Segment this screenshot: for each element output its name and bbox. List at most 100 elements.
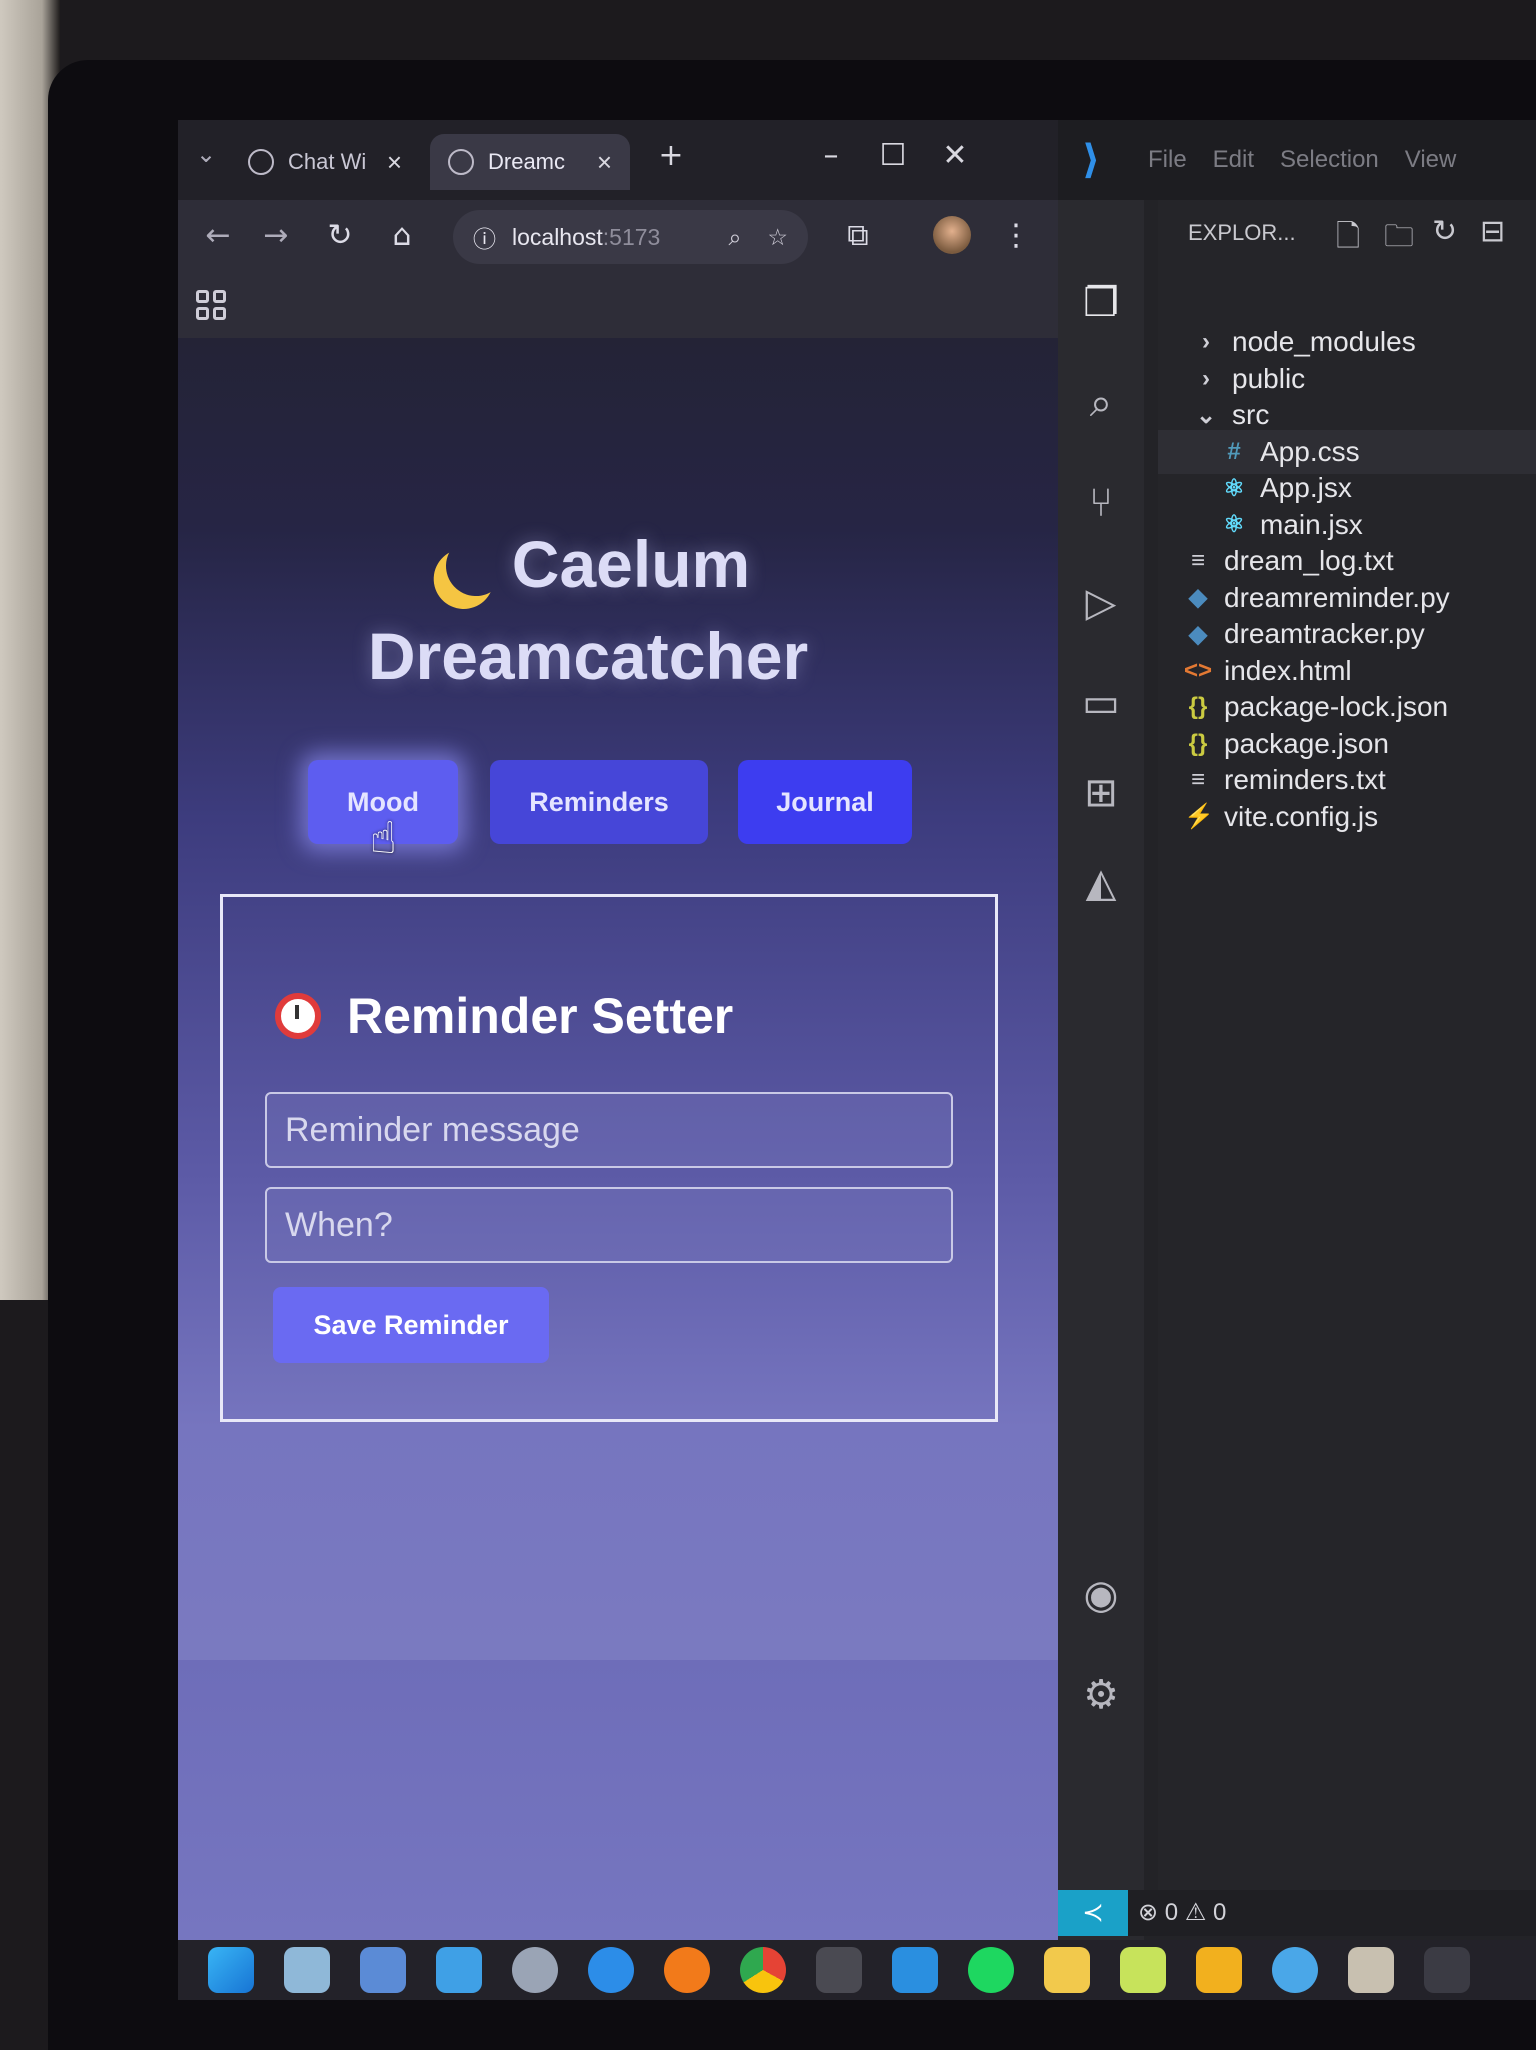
menu-selection[interactable]: Selection [1280,146,1379,174]
json-file-icon: {} [1188,729,1208,757]
discord-icon[interactable] [1424,1947,1470,1993]
firefox-icon[interactable] [664,1947,710,1993]
reminder-setter-heading: Reminder Setter [275,987,733,1045]
docker-taskbar-icon[interactable] [1272,1947,1318,1993]
remote-explorer-icon[interactable]: ▭ [1078,680,1124,726]
tree-item-label: dreamtracker.py [1224,618,1425,649]
tree-item-label: index.html [1224,654,1352,686]
error-count: 0 [1164,1899,1179,1926]
maximize-icon[interactable]: ☐ [868,138,918,173]
vscode-logo-icon: ⟩ [1082,137,1101,183]
status-bar: ≺ ⊗ 0 ⚠ 0 [1058,1890,1536,1936]
address-bar[interactable]: ⓘ localhost:5173 ⌕ ☆ [453,210,808,264]
reminder-message-input[interactable] [265,1092,953,1168]
search-icon[interactable]: ⌕ [1078,380,1124,426]
run-debug-icon[interactable]: ▷ [1078,580,1124,626]
new-folder-icon[interactable]: 🗀 [1384,214,1414,265]
profile-avatar[interactable] [933,216,971,254]
tree-item-label: App.jsx [1260,472,1352,503]
start-icon[interactable] [208,1947,254,1993]
menu-view[interactable]: View [1405,146,1457,174]
chatgpt-icon [248,149,274,175]
screen: ⌄ Chat Wi × Dreamc × + – ☐ ✕ ← → ↻ ⌂ ⓘ l [178,120,1536,2000]
tab-search-chevron-icon[interactable]: ⌄ [186,140,226,168]
reminder-setter-card: Reminder Setter Save Reminder [220,894,998,1422]
edge-icon[interactable] [588,1947,634,1993]
hand-cursor-icon: ☝ [370,813,397,864]
python-file-icon: ◆ [1188,584,1208,611]
url-port: :5173 [602,223,661,250]
when-input[interactable] [265,1187,953,1263]
spotify-icon[interactable] [968,1947,1014,1993]
browser-toolbar: ← → ↻ ⌂ ⓘ localhost:5173 ⌕ ☆ ⧉ ⋮ [178,200,1058,274]
problems-indicator[interactable]: ⊗ 0 ⚠ 0 [1138,1898,1226,1927]
reminder-setter-title: Reminder Setter [347,988,734,1044]
copilot-icon[interactable] [436,1947,482,1993]
collapse-all-icon[interactable]: ⊟ [1480,214,1505,249]
settings-app-icon[interactable] [512,1947,558,1993]
page-lower-area [178,1660,1058,1940]
new-tab-button[interactable]: + [646,138,696,173]
close-tab-icon[interactable]: × [387,147,402,178]
chrome-icon[interactable] [740,1947,786,1993]
activity-bar: ❐ ⌕ ⑂ ▷ ▭ ⊞ ◭ ◉ ⚙ [1058,200,1144,1940]
tab-dreamcatcher[interactable]: Dreamc × [430,134,630,190]
web-page: Caelum Dreamcatcher Mood Reminders Journ… [178,338,1058,1940]
menu-edit[interactable]: Edit [1213,146,1254,174]
bookmark-star-icon[interactable]: ☆ [767,224,788,251]
kebab-menu-icon[interactable]: ⋮ [996,218,1036,253]
tab-label: Chat Wi [288,149,367,174]
forward-icon[interactable]: → [256,218,296,253]
widgets-icon[interactable] [284,1947,330,1993]
text-file-icon: ≡ [1190,547,1205,574]
explorer-title: EXPLOR... [1188,220,1296,245]
tab-chat[interactable]: Chat Wi × [230,134,420,190]
file-explorer-icon[interactable] [1044,1947,1090,1993]
settings-gear-icon[interactable]: ⚙ [1078,1672,1124,1718]
save-reminder-button[interactable]: Save Reminder [273,1287,549,1363]
refresh-icon[interactable]: ↻ [1432,214,1457,249]
tree-item[interactable]: ⚡ vite.config.js [1158,795,1378,839]
text-file-icon: ≡ [1190,766,1205,793]
close-window-icon[interactable]: ✕ [930,138,980,173]
vscode-taskbar-icon[interactable] [892,1947,938,1993]
accounts-icon[interactable]: ◉ [1078,1572,1124,1618]
tree-item-label: dream_log.txt [1224,545,1394,576]
zoom-icon[interactable]: ⌕ [728,224,741,251]
close-tab-icon[interactable]: × [597,147,612,178]
minimize-icon[interactable]: – [806,138,856,173]
new-file-icon[interactable]: 🗋 [1336,214,1360,265]
tab-strip: ⌄ Chat Wi × Dreamc × + – ☐ ✕ [178,120,1058,200]
site-info-icon[interactable]: ⓘ [473,220,496,254]
extensions-icon[interactable]: ⊞ [1078,770,1124,816]
tree-item-label: App.css [1260,435,1360,467]
html-file-icon: <> [1184,656,1213,684]
home-icon[interactable]: ⌂ [382,218,422,253]
cube-app-icon[interactable] [1120,1947,1166,1993]
menu-file[interactable]: File [1148,146,1187,174]
app-icon-2[interactable] [1348,1947,1394,1993]
tree-item-label: package-lock.json [1224,691,1449,722]
apps-grid-icon[interactable] [196,290,226,320]
bookmarks-bar [178,274,1058,338]
app-icon[interactable] [1196,1947,1242,1993]
back-icon[interactable]: ← [198,218,238,253]
extensions-icon[interactable]: ⧉ [838,218,878,253]
reload-icon[interactable]: ↻ [320,218,360,253]
chevron-down-icon: ⌄ [1195,401,1217,429]
remote-indicator-icon[interactable]: ≺ [1058,1890,1128,1936]
source-control-icon[interactable]: ⑂ [1078,480,1124,526]
reminders-tab-button[interactable]: Reminders [490,760,708,844]
journal-tab-button[interactable]: Journal [738,760,912,844]
vscode-window: ⟩ File Edit Selection View ❐ ⌕ ⑂ ▷ ▭ ⊞ ◭… [1058,120,1536,1940]
tree-item-label: vite.config.js [1224,800,1379,832]
warning-icon: ⚠ [1184,1899,1207,1926]
terminal-icon[interactable] [816,1947,862,1993]
explorer-panel: EXPLOR... 🗋 🗀 ↻ ⊟ › node_modules › public ⌄ s… [1158,200,1536,1890]
title-line-1: Caelum [511,527,751,601]
task-view-icon[interactable] [360,1947,406,1993]
tree-item-label: main.jsx [1260,508,1363,540]
taskbar [178,1940,1536,2000]
explorer-icon[interactable]: ❐ [1078,280,1124,326]
docker-icon[interactable]: ◭ [1078,860,1124,906]
